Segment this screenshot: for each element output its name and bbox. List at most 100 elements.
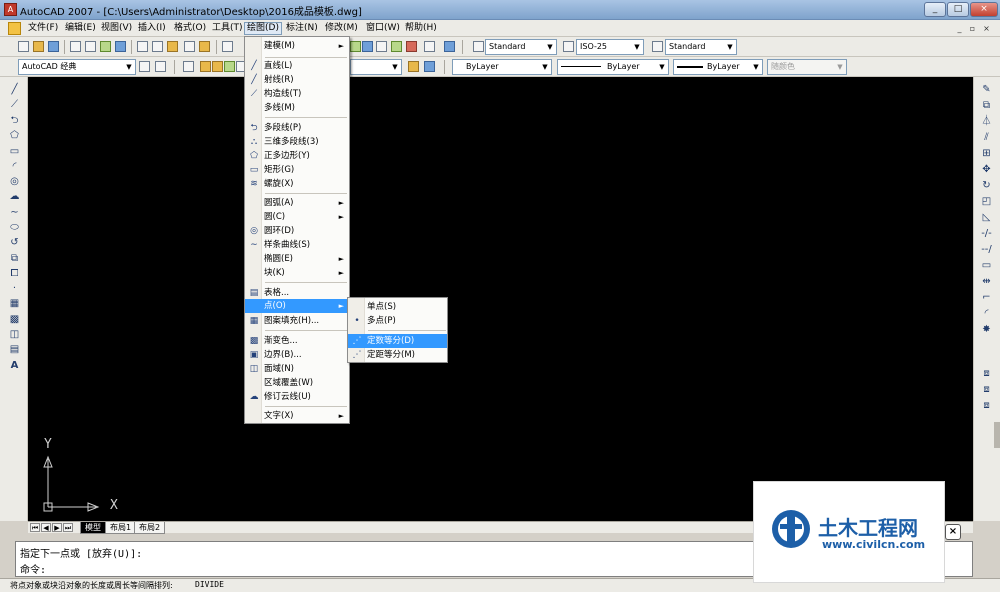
trim-icon[interactable]: -/- bbox=[980, 227, 993, 240]
gradient-icon[interactable]: ▩ bbox=[8, 313, 21, 326]
scrollbar-thumb[interactable] bbox=[994, 422, 1000, 448]
bring-above-icon[interactable]: ⧈ bbox=[980, 399, 993, 412]
layer-freeze-icon[interactable] bbox=[212, 61, 223, 72]
prev-tab-icon[interactable]: ◀ bbox=[41, 523, 51, 532]
region-icon[interactable]: ◫ bbox=[8, 328, 21, 341]
menu-item-3dpoly[interactable]: ⛬ 三维多段线(3) bbox=[245, 135, 349, 149]
doc-minimize-button[interactable]: _ bbox=[954, 23, 965, 34]
menu-format[interactable]: 格式(O) bbox=[172, 22, 208, 35]
copy-icon[interactable] bbox=[152, 41, 163, 52]
menu-dimension[interactable]: 标注(N) bbox=[284, 22, 320, 35]
polygon-icon[interactable]: ⬠ bbox=[8, 129, 21, 142]
menu-edit[interactable]: 编辑(E) bbox=[63, 22, 98, 35]
3d-dwf-icon[interactable] bbox=[115, 41, 126, 52]
menu-item-divide[interactable]: ⋰ 定数等分(D) bbox=[348, 334, 447, 348]
copy-object-icon[interactable]: ⧉ bbox=[980, 99, 993, 112]
tab-layout2[interactable]: 布局2 bbox=[134, 522, 166, 534]
erase-icon[interactable]: ✎ bbox=[980, 83, 993, 96]
arc-icon[interactable]: ◜ bbox=[8, 160, 21, 173]
table-style-select[interactable]: Standard ▼ bbox=[665, 39, 737, 55]
menu-item-polyline[interactable]: ⮌ 多段线(P) bbox=[245, 121, 349, 135]
quickcalc-icon[interactable] bbox=[424, 41, 435, 52]
rectangle-icon[interactable]: ▭ bbox=[8, 145, 21, 158]
rotate-icon[interactable]: ↻ bbox=[980, 179, 993, 192]
ellipse-icon[interactable]: ⬭ bbox=[8, 221, 21, 234]
line-icon[interactable]: ╱ bbox=[8, 83, 21, 96]
menu-modify[interactable]: 修改(M) bbox=[323, 22, 360, 35]
sheet-set-icon[interactable] bbox=[391, 41, 402, 52]
match-properties-icon[interactable] bbox=[184, 41, 195, 52]
tab-layout1[interactable]: 布局1 bbox=[105, 522, 137, 534]
mtext-icon[interactable]: A bbox=[8, 359, 21, 372]
first-tab-icon[interactable]: ⏮ bbox=[30, 523, 40, 532]
color-select[interactable]: ByLayer ▼ bbox=[452, 59, 552, 75]
ellipse-arc-icon[interactable]: ↺ bbox=[8, 236, 21, 249]
tool-palettes-icon[interactable] bbox=[376, 41, 387, 52]
menu-item-text[interactable]: 文字(X) ► bbox=[245, 409, 349, 423]
menu-item-donut[interactable]: ◎ 圆环(D) bbox=[245, 224, 349, 238]
menu-item-mline[interactable]: 多线(M) bbox=[245, 101, 349, 115]
layer-on-icon[interactable] bbox=[200, 61, 211, 72]
autocad-logo-icon[interactable]: A bbox=[4, 3, 17, 16]
spline-icon[interactable]: ∼ bbox=[8, 206, 21, 219]
menu-window[interactable]: 窗口(W) bbox=[364, 22, 402, 35]
watermark-close-button[interactable]: × bbox=[945, 524, 961, 540]
maximize-button[interactable]: □ bbox=[947, 2, 969, 17]
menu-item-polygon[interactable]: ⬠ 正多边形(Y) bbox=[245, 149, 349, 163]
paste-icon[interactable] bbox=[167, 41, 178, 52]
menu-view[interactable]: 视图(V) bbox=[99, 22, 134, 35]
doc-close-button[interactable]: × bbox=[981, 23, 992, 34]
customize-icon[interactable] bbox=[155, 61, 166, 72]
draw-order-front-icon[interactable]: ⧈ bbox=[980, 367, 993, 380]
offset-icon[interactable]: ⫽ bbox=[980, 131, 993, 144]
workspace-select[interactable]: AutoCAD 经典 ▼ bbox=[18, 59, 136, 75]
break-icon[interactable]: ▭ bbox=[980, 259, 993, 272]
designcenter-icon[interactable] bbox=[362, 41, 373, 52]
point-icon[interactable]: · bbox=[8, 282, 21, 295]
menu-item-ray[interactable]: ╱ 射线(R) bbox=[245, 73, 349, 87]
fillet-icon[interactable]: ◜ bbox=[980, 307, 993, 320]
plot-preview-icon[interactable] bbox=[85, 41, 96, 52]
dim-style-icon[interactable] bbox=[563, 41, 574, 52]
hatch-icon[interactable]: ▦ bbox=[8, 297, 21, 310]
xline-icon[interactable]: ⟋ bbox=[8, 98, 21, 111]
menu-item-arc[interactable]: 圆弧(A) ► bbox=[245, 196, 349, 210]
array-icon[interactable]: ⊞ bbox=[980, 147, 993, 160]
menu-item-point[interactable]: 点(O) ► bbox=[245, 299, 349, 313]
menu-item-xline[interactable]: ⟋ 构造线(T) bbox=[245, 87, 349, 101]
menu-item-revcloud[interactable]: ☁ 修订云线(U) bbox=[245, 390, 349, 404]
text-style-select[interactable]: Standard ▼ bbox=[485, 39, 557, 55]
open-icon[interactable] bbox=[33, 41, 44, 52]
dim-style-select[interactable]: ISO-25 ▼ bbox=[576, 39, 644, 55]
menu-item-table[interactable]: ▤ 表格... bbox=[245, 286, 349, 300]
move-icon[interactable]: ✥ bbox=[980, 163, 993, 176]
close-button[interactable]: × bbox=[970, 2, 998, 17]
make-block-icon[interactable]: ⧠ bbox=[8, 267, 21, 280]
workspace-settings-icon[interactable] bbox=[139, 61, 150, 72]
layer-lock-icon[interactable] bbox=[224, 61, 235, 72]
menu-help[interactable]: 帮助(H) bbox=[403, 22, 439, 35]
tab-model[interactable]: 模型 bbox=[80, 522, 106, 534]
menu-item-boundary[interactable]: ▣ 边界(B)... bbox=[245, 348, 349, 362]
menu-item-modeling[interactable]: 建模(M) ► bbox=[245, 39, 349, 53]
menu-item-circle[interactable]: 圆(C) ► bbox=[245, 210, 349, 224]
undo-icon[interactable] bbox=[222, 41, 233, 52]
table-style-icon[interactable] bbox=[652, 41, 663, 52]
menu-item-gradient[interactable]: ▩ 渐变色... bbox=[245, 334, 349, 348]
layer-manager-icon[interactable] bbox=[183, 61, 194, 72]
last-tab-icon[interactable]: ⏭ bbox=[63, 523, 73, 532]
menu-item-region[interactable]: ◫ 面域(N) bbox=[245, 362, 349, 376]
extend-icon[interactable]: --/ bbox=[980, 243, 993, 256]
lineweight-select[interactable]: ByLayer ▼ bbox=[673, 59, 763, 75]
mirror-icon[interactable]: ⏃ bbox=[980, 115, 993, 128]
make-current-icon[interactable] bbox=[408, 61, 419, 72]
text-style-icon[interactable] bbox=[473, 41, 484, 52]
join-icon[interactable]: ⇹ bbox=[980, 275, 993, 288]
help-icon[interactable] bbox=[444, 41, 455, 52]
menu-item-spline[interactable]: ∼ 样条曲线(S) bbox=[245, 238, 349, 252]
print-icon[interactable] bbox=[70, 41, 81, 52]
menu-item-wipeout[interactable]: 区域覆盖(W) bbox=[245, 376, 349, 390]
menu-item-multiple-points[interactable]: • 多点(P) bbox=[348, 314, 447, 328]
layer-select[interactable]: ▼ bbox=[350, 59, 402, 75]
polyline-icon[interactable]: ⮌ bbox=[8, 114, 21, 127]
